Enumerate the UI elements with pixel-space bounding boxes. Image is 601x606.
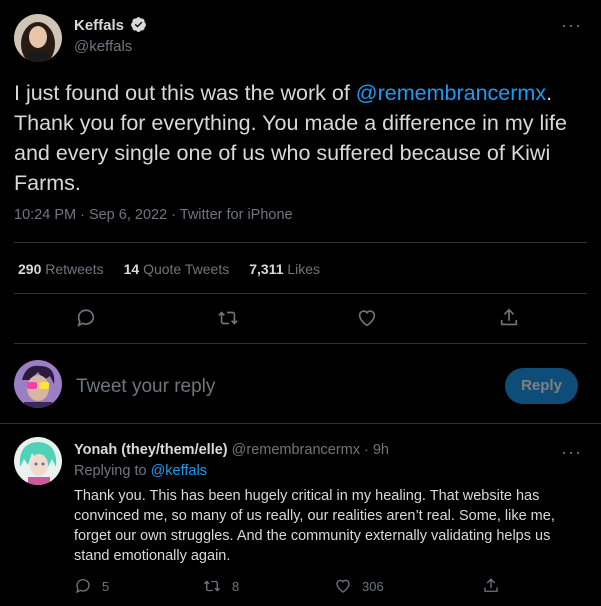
retweet-icon[interactable] — [216, 307, 240, 329]
reply-text: Thank you. This has been hugely critical… — [74, 488, 555, 564]
likes-stat[interactable]: 7,311 Likes — [249, 261, 320, 277]
reply-more-options-icon[interactable]: ··· — [561, 443, 582, 461]
reply-author-name[interactable]: Yonah (they/them/elle) — [74, 442, 228, 458]
reply-author-handle[interactable]: @remembrancermx · 9h — [232, 442, 389, 458]
author-avatar[interactable] — [14, 14, 62, 62]
divider — [14, 242, 587, 243]
reply-count: 5 — [102, 578, 110, 594]
like-icon — [336, 579, 350, 593]
engagement-stats: 290 Retweets 14 Quote Tweets 7,311 Likes — [18, 261, 320, 277]
retweet-count: 8 — [232, 578, 240, 594]
retweets-stat[interactable]: 290 Retweets — [18, 261, 104, 277]
quote-tweets-stat[interactable]: 14 Quote Tweets — [124, 261, 230, 277]
author-handle[interactable]: @keffals — [74, 38, 132, 55]
share-icon — [484, 578, 498, 592]
tweet-timestamp[interactable]: 10:24 PM · Sep 6, 2022 · Twitter for iPh… — [14, 207, 293, 223]
tweet-text: I just found out this was the work of @r… — [14, 81, 567, 195]
reply-reply-button[interactable]: 5 — [74, 577, 109, 595]
main-tweet: Keffals @keffals ··· I just found out th… — [0, 0, 601, 424]
reply-icon[interactable] — [75, 307, 97, 329]
reply-like-button[interactable]: 306 — [334, 577, 384, 595]
share-icon[interactable] — [498, 307, 520, 329]
reply-input[interactable]: Tweet your reply — [76, 376, 215, 398]
user-avatar[interactable] — [14, 360, 62, 408]
reply-button[interactable]: Reply — [505, 368, 578, 404]
verified-badge-icon — [131, 17, 147, 32]
reply-share-button[interactable] — [482, 577, 500, 595]
replying-to-link[interactable]: @keffals — [151, 463, 207, 479]
more-options-icon[interactable]: ··· — [561, 16, 582, 34]
retweet-icon — [204, 580, 220, 592]
like-count: 306 — [362, 578, 384, 594]
reply-icon — [75, 579, 90, 594]
divider — [14, 293, 587, 294]
replying-to: Replying to @keffals — [74, 463, 207, 479]
author-name[interactable]: Keffals — [74, 16, 147, 34]
reply-retweet-button[interactable]: 8 — [202, 577, 239, 595]
mention-link[interactable]: @remembrancermx — [356, 81, 546, 105]
reply-author-avatar[interactable] — [14, 437, 62, 485]
divider — [14, 343, 587, 344]
reply-author-line[interactable]: Yonah (they/them/elle) @remembrancermx ·… — [74, 442, 389, 458]
like-icon[interactable] — [356, 307, 378, 329]
